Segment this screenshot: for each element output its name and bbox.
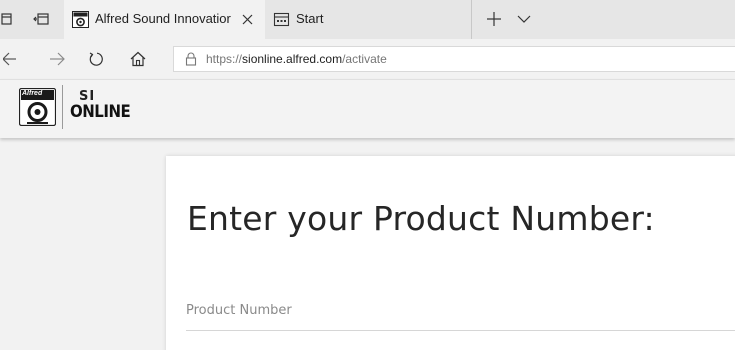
close-icon[interactable] xyxy=(239,11,255,27)
plus-icon xyxy=(487,12,501,26)
home-icon xyxy=(130,51,146,67)
tab-strip: Alfred Sound Innovatior Start xyxy=(0,0,735,39)
lock-icon[interactable] xyxy=(184,52,198,66)
page-title: Enter your Product Number: xyxy=(187,199,655,238)
home-button[interactable] xyxy=(128,49,148,69)
refresh-icon xyxy=(89,52,103,66)
address-bar[interactable]: https://sionline.alfred.com/activate xyxy=(173,46,735,72)
tab-title: Start xyxy=(296,11,324,26)
tab-list-button[interactable] xyxy=(515,10,533,28)
new-tab-button[interactable] xyxy=(484,9,504,29)
url-path: /activate xyxy=(342,52,387,66)
url-scheme: https:// xyxy=(206,52,243,66)
back-button[interactable] xyxy=(0,49,20,69)
chevron-down-icon xyxy=(517,15,531,23)
site-header: Alfred SI ONLINE xyxy=(0,79,735,138)
url-text[interactable]: https://sionline.alfred.com/activate xyxy=(206,52,387,66)
forward-arrow-icon xyxy=(50,52,65,66)
navigation-bar: https://sionline.alfred.com/activate xyxy=(0,39,735,79)
tab-title: Alfred Sound Innovatior xyxy=(95,11,231,26)
logo-divider xyxy=(62,85,63,129)
tabs-aside-icon[interactable] xyxy=(0,11,16,27)
browser-window: Alfred Sound Innovatior Start https://si… xyxy=(0,0,735,350)
start-page-icon xyxy=(273,11,290,28)
forward-button[interactable] xyxy=(47,49,67,69)
url-host: sionline.alfred.com xyxy=(242,52,343,66)
logo-text: Alfred xyxy=(22,90,43,97)
brand-online: ONLINE xyxy=(70,100,131,122)
product-number-input[interactable] xyxy=(186,294,735,331)
restore-tabs-icon[interactable] xyxy=(33,11,49,27)
tab-alfred[interactable]: Alfred Sound Innovatior xyxy=(64,0,265,39)
alfred-favicon-icon xyxy=(72,11,89,28)
refresh-button[interactable] xyxy=(86,49,106,69)
tab-start[interactable]: Start xyxy=(265,0,472,39)
back-arrow-icon xyxy=(3,52,16,66)
product-number-card: Enter your Product Number: Product Numbe… xyxy=(166,156,735,350)
